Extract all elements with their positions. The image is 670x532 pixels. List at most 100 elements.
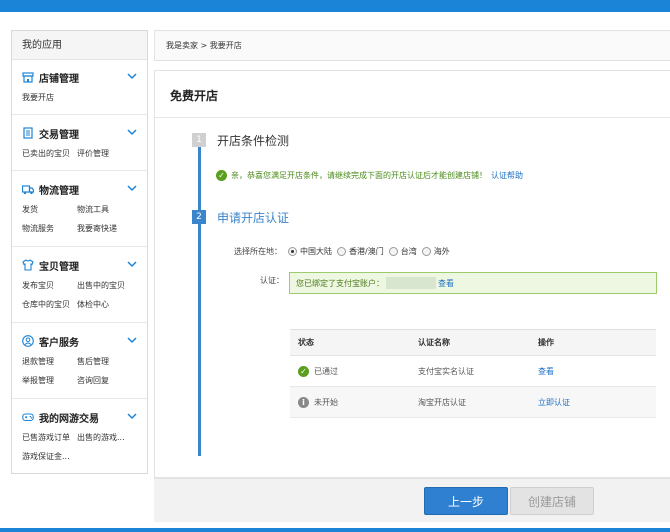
auth-status-table: 状态 认证名称 操作 ✓ 已通过 支付宝实名认证 查看 i 未开始 淘宝开店认证… xyxy=(290,329,656,418)
view-alipay-link[interactable]: 查看 xyxy=(438,278,454,289)
sidebar-link-after-sales[interactable]: 售后管理 xyxy=(77,355,109,368)
table-row: i 未开始 淘宝开店认证 立即认证 xyxy=(290,387,656,418)
title-divider xyxy=(155,117,670,118)
section-title-store[interactable]: 店铺管理 xyxy=(22,70,79,85)
section-title-logistics[interactable]: 物流管理 xyxy=(22,182,79,197)
chevron-down-icon[interactable] xyxy=(127,71,137,81)
notice-text: 亲，恭喜您满足开店条件，请继续完成下面的开店认证后才能创建店铺！ xyxy=(231,171,487,180)
col-action: 操作 xyxy=(538,338,554,347)
sidebar-link-publish-item[interactable]: 发布宝贝 xyxy=(22,279,77,292)
table-row: ✓ 已通过 支付宝实名认证 查看 xyxy=(290,356,656,387)
sidebar-link-game-orders[interactable]: 已售游戏订单 xyxy=(22,431,77,444)
chevron-down-icon[interactable] xyxy=(127,127,137,137)
sidebar-section-customer-service: 客户服务 退款管理 售后管理 举报管理 咨询回复 xyxy=(12,325,147,399)
create-store-button[interactable]: 创建店铺 xyxy=(510,487,594,515)
check-circle-icon: ✓ xyxy=(216,170,227,181)
sidebar-link-logistics-tools[interactable]: 物流工具 xyxy=(77,203,109,216)
sidebar-link-game-deposit[interactable]: 游戏保证金... xyxy=(22,450,70,463)
radio-label: 海外 xyxy=(433,247,450,256)
sidebar-link-reports[interactable]: 举报管理 xyxy=(22,374,77,387)
radio-label: 香港/澳门 xyxy=(349,247,384,256)
alipay-bound-box: 您已绑定了支付宝账户： 查看 xyxy=(289,272,657,294)
radio-label: 中国大陆 xyxy=(300,247,332,256)
sidebar-section-store: 店铺管理 我要开店 xyxy=(12,61,147,115)
info-circle-icon: i xyxy=(298,396,309,408)
gamepad-icon xyxy=(22,411,34,423)
alipay-bound-text: 您已绑定了支付宝账户： xyxy=(296,278,384,288)
sidebar-section-game-trade: 我的网游交易 已售游戏订单 出售的游戏... 游戏保证金... xyxy=(12,401,147,473)
row-status: ✓ 已通过 xyxy=(290,365,412,377)
sidebar-link-warehouse[interactable]: 仓库中的宝贝 xyxy=(22,298,77,311)
sidebar-header: 我的应用 xyxy=(12,31,147,60)
step-2-title: 申请开店认证 xyxy=(217,211,290,225)
location-radio-group: 中国大陆 香港/澳门 台湾 海外 xyxy=(288,246,455,257)
col-status: 状态 xyxy=(298,338,314,347)
section-label: 我的网游交易 xyxy=(39,413,99,425)
sidebar-link-inquiries[interactable]: 咨询回复 xyxy=(77,374,109,387)
auth-label: 认证： xyxy=(260,276,284,285)
chevron-down-icon[interactable] xyxy=(127,411,137,421)
section-title-customer-service[interactable]: 客户服务 xyxy=(22,334,79,349)
page-title: 免费开店 xyxy=(170,89,219,103)
radio-overseas[interactable] xyxy=(421,247,431,256)
section-label: 宝贝管理 xyxy=(39,261,79,273)
step-2-number: 2 xyxy=(192,210,206,224)
sidebar-link-send-express[interactable]: 我要寄快递 xyxy=(77,222,117,235)
sidebar-link-sold-items[interactable]: 已卖出的宝贝 xyxy=(22,147,77,160)
user-icon xyxy=(22,335,34,347)
store-icon xyxy=(22,71,34,83)
chevron-down-icon[interactable] xyxy=(127,183,137,193)
step-1-title: 开店条件检测 xyxy=(217,134,290,148)
check-circle-icon: ✓ xyxy=(298,365,309,377)
section-title-trade[interactable]: 交易管理 xyxy=(22,126,79,141)
status-text: 已通过 xyxy=(314,366,338,376)
app-sidebar: 我的应用 店铺管理 我要开店 交易管理 已卖出的宝贝 评价管理 物流管理 发货 … xyxy=(11,30,148,474)
auth-help-link[interactable]: 认证帮助 xyxy=(491,170,523,181)
sidebar-link-ship[interactable]: 发货 xyxy=(22,203,77,216)
section-label: 交易管理 xyxy=(39,129,79,141)
section-label: 物流管理 xyxy=(39,185,79,197)
row-status: i 未开始 xyxy=(290,396,412,408)
chevron-down-icon[interactable] xyxy=(127,259,137,269)
table-header: 状态 认证名称 操作 xyxy=(290,330,656,356)
section-label: 店铺管理 xyxy=(39,73,79,85)
step-timeline xyxy=(198,146,201,456)
radio-taiwan[interactable] xyxy=(388,247,398,256)
status-text: 未开始 xyxy=(314,397,338,407)
sidebar-link-reviews[interactable]: 评价管理 xyxy=(77,147,109,160)
shirt-icon xyxy=(22,259,34,271)
section-title-game-trade[interactable]: 我的网游交易 xyxy=(22,410,99,425)
location-label: 选择所在地： xyxy=(234,247,282,256)
radio-label: 台湾 xyxy=(400,247,417,256)
sidebar-link-on-sale[interactable]: 出售中的宝贝 xyxy=(77,279,125,292)
sidebar-section-items: 宝贝管理 发布宝贝 出售中的宝贝 仓库中的宝贝 体检中心 xyxy=(12,249,147,323)
previous-step-button[interactable]: 上一步 xyxy=(424,487,508,515)
action-footer: 上一步 创建店铺 xyxy=(154,478,670,522)
start-auth-link[interactable]: 立即认证 xyxy=(534,397,570,408)
receipt-icon xyxy=(22,127,34,139)
sidebar-link-game-sales[interactable]: 出售的游戏... xyxy=(77,431,125,444)
sidebar-section-trade: 交易管理 已卖出的宝贝 评价管理 xyxy=(12,117,147,171)
breadcrumb: 我是卖家 > 我要开店 xyxy=(154,30,670,61)
auth-name: 淘宝开店认证 xyxy=(418,397,466,407)
sidebar-link-refunds[interactable]: 退款管理 xyxy=(22,355,77,368)
truck-icon xyxy=(22,183,34,195)
radio-hk-macau[interactable] xyxy=(337,247,346,256)
bottom-brand-bar xyxy=(0,528,670,532)
chevron-down-icon[interactable] xyxy=(127,335,137,345)
masked-account xyxy=(386,277,436,289)
section-title-items[interactable]: 宝贝管理 xyxy=(22,258,79,273)
sidebar-section-logistics: 物流管理 发货 物流工具 物流服务 我要寄快递 xyxy=(12,173,147,247)
view-action-link[interactable]: 查看 xyxy=(534,366,554,377)
auth-name: 支付宝实名认证 xyxy=(418,366,474,376)
sidebar-link-logistics-service[interactable]: 物流服务 xyxy=(22,222,77,235)
sidebar-link-open-store[interactable]: 我要开店 xyxy=(22,91,54,104)
sidebar-link-health-center[interactable]: 体检中心 xyxy=(77,298,109,311)
eligibility-notice: ✓ 亲，恭喜您满足开店条件，请继续完成下面的开店认证后才能创建店铺！ 认证帮助 xyxy=(216,170,523,181)
main-panel: 免费开店 1 开店条件检测 ✓ 亲，恭喜您满足开店条件，请继续完成下面的开店认证… xyxy=(154,70,670,478)
step-1-number: 1 xyxy=(192,133,206,147)
section-label: 客户服务 xyxy=(39,337,79,349)
top-brand-bar xyxy=(0,0,670,12)
col-auth-name: 认证名称 xyxy=(418,338,450,347)
radio-mainland[interactable] xyxy=(288,247,297,256)
